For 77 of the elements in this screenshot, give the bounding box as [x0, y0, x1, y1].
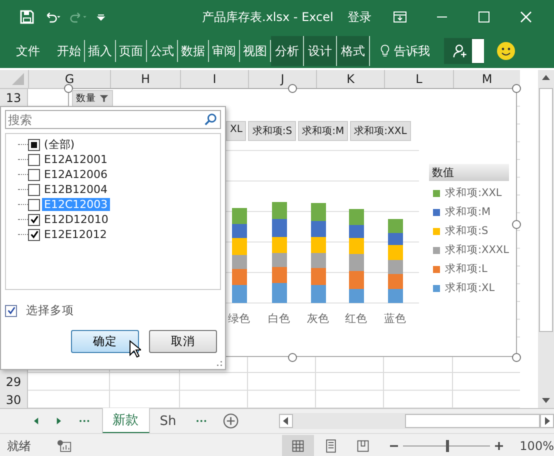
- ok-button[interactable]: 确定: [71, 330, 139, 353]
- checkbox[interactable]: [28, 138, 40, 150]
- ribbon-tab[interactable]: 插入: [85, 40, 116, 62]
- zoom-level[interactable]: 100%: [520, 439, 554, 453]
- login-link[interactable]: 登录: [347, 8, 372, 26]
- page-icon[interactable]: [324, 439, 338, 453]
- resize-grip-icon[interactable]: [216, 360, 223, 367]
- more-sheets-icon[interactable]: [196, 419, 207, 423]
- category-label: 白色: [268, 311, 290, 326]
- lightbulb-icon[interactable]: [380, 44, 390, 58]
- cancel-button[interactable]: 取消: [149, 330, 217, 353]
- row-header[interactable]: 30: [0, 390, 27, 408]
- legend-label: 求和项:M: [445, 205, 491, 219]
- scroll-up-icon[interactable]: [541, 73, 551, 83]
- ribbon-tab[interactable]: 开始: [54, 40, 85, 62]
- ribbon-tab[interactable]: 审阅: [209, 40, 240, 62]
- field-button[interactable]: 求和项:S: [248, 121, 296, 141]
- ribbon-display-icon[interactable]: [391, 9, 410, 25]
- legend-label: 求和项:L: [445, 262, 488, 276]
- field-button[interactable]: XL: [226, 121, 246, 141]
- scroll-left-icon[interactable]: [278, 414, 293, 428]
- macro-recording-icon[interactable]: [57, 439, 72, 453]
- scroll-down-icon[interactable]: [541, 395, 551, 405]
- ribbon-tab[interactable]: 数据: [178, 40, 209, 62]
- zoom-slider-thumb[interactable]: [446, 440, 449, 452]
- category-label: 绿色: [228, 311, 250, 326]
- checkbox[interactable]: [28, 184, 40, 196]
- scroll-right-icon[interactable]: [540, 414, 554, 428]
- checkbox[interactable]: [28, 198, 40, 210]
- checkbox[interactable]: [5, 304, 17, 316]
- horizontal-scrollbar[interactable]: [278, 413, 554, 429]
- ribbon-tab[interactable]: 文件: [0, 40, 54, 62]
- grid-icon[interactable]: [290, 439, 305, 453]
- ribbon-tab[interactable]: 设计: [304, 36, 337, 66]
- checkbox[interactable]: [28, 168, 40, 180]
- resize-handle[interactable]: [512, 84, 521, 93]
- filter-field-button[interactable]: 数量: [72, 90, 113, 107]
- status-text: 就绪: [7, 438, 31, 454]
- tell-me-search[interactable]: 告诉我: [394, 42, 430, 60]
- row-header[interactable]: 29: [0, 373, 27, 391]
- funnel-icon[interactable]: [99, 94, 109, 103]
- search-icon[interactable]: [204, 113, 217, 126]
- mouse-cursor-icon: [129, 340, 141, 358]
- ribbon-tab[interactable]: 公式: [147, 40, 178, 62]
- search-field[interactable]: 搜索: [5, 110, 221, 129]
- checkbox[interactable]: [28, 154, 40, 166]
- legend-label: 求和项:S: [445, 224, 488, 238]
- more-sheets-icon[interactable]: [78, 419, 90, 423]
- share-button[interactable]: [444, 38, 484, 64]
- category-label: 灰色: [307, 311, 329, 326]
- smiley-icon[interactable]: [496, 41, 516, 61]
- zoom-in-icon[interactable]: [494, 441, 504, 451]
- category-label: 红色: [345, 311, 367, 326]
- window-title: 产品库存表.xlsx - Excel: [202, 8, 334, 26]
- legend-title[interactable]: 数值: [429, 164, 509, 181]
- legend-label: 求和项:XXXL: [445, 243, 509, 257]
- ribbon-tab[interactable]: 格式: [337, 36, 370, 66]
- field-button[interactable]: 求和项:M: [298, 121, 348, 141]
- page-break-icon[interactable]: [356, 439, 370, 453]
- save-icon[interactable]: [18, 9, 36, 25]
- resize-handle[interactable]: [288, 353, 297, 362]
- row-header[interactable]: 13: [0, 89, 27, 107]
- resize-handle[interactable]: [512, 353, 521, 362]
- resize-handle[interactable]: [512, 220, 521, 229]
- ribbon-tab[interactable]: 页面: [116, 40, 147, 62]
- sheet-tab[interactable]: Sh: [150, 410, 186, 432]
- category-label: 蓝色: [384, 311, 406, 326]
- ribbon-tab[interactable]: 分析: [271, 36, 304, 66]
- sheet-tab[interactable]: 新款: [102, 408, 150, 434]
- legend-label: 求和项:XXL: [445, 186, 502, 200]
- checkbox[interactable]: [28, 214, 40, 226]
- checkbox[interactable]: [28, 228, 40, 240]
- field-button[interactable]: 求和项:XXL: [350, 121, 411, 141]
- normal-view-button[interactable]: [282, 435, 314, 456]
- resize-handle[interactable]: [288, 84, 297, 93]
- legend-label: 求和项:XL: [445, 281, 495, 295]
- add-sheet-icon[interactable]: [222, 413, 239, 429]
